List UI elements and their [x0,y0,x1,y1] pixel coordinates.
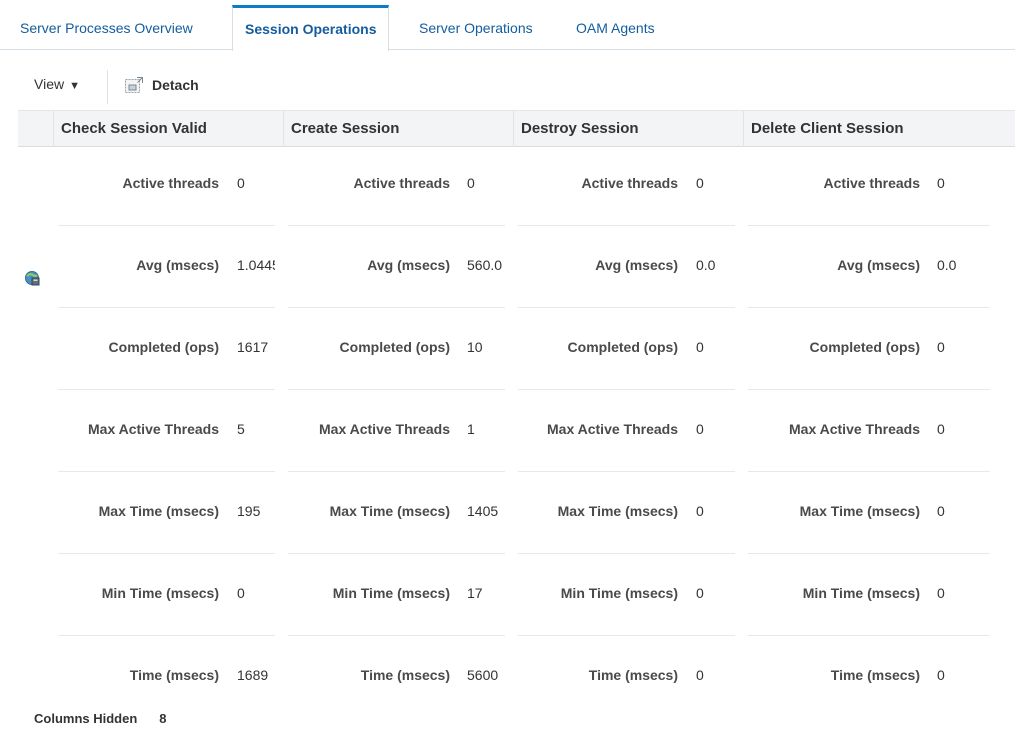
metric-value: 0 [937,667,945,683]
column-header[interactable]: Delete Client Session [743,111,1015,147]
metric-cell: Avg (msecs) [0,257,920,275]
row-separator [518,307,735,308]
row-separator [288,635,505,636]
columns-hidden-label: Columns Hidden [34,711,138,726]
row-separator [518,635,735,636]
row-separator [748,471,990,472]
metric-value: 0.0 [937,257,957,273]
row-separator [58,471,275,472]
tab-server-processes-overview[interactable]: Server Processes Overview [20,5,193,51]
metric-cell: Time (msecs) [0,667,920,685]
row-separator [288,471,505,472]
row-separator [288,553,505,554]
row-separator [288,389,505,390]
table-toolbar: View ▼ Detach [0,70,1015,104]
row-separator [748,225,990,226]
metric-value: 0 [937,175,945,191]
metric-label: Max Active Threads [789,421,920,437]
column-header[interactable]: Destroy Session [513,111,743,147]
toolbar-divider [107,70,108,104]
row-separator [518,471,735,472]
column-header[interactable]: Check Session Valid [53,111,283,147]
detach-icon [124,76,144,94]
table-body: Active threads 0 Active threads 0 Active thr… [0,147,1015,702]
row-separator [748,553,990,554]
metric-cell: Max Time (msecs) [0,503,920,521]
metric-label: Time (msecs) [830,667,920,683]
detach-label: Detach [152,77,199,93]
columns-hidden-status: Columns Hidden 8 [34,711,167,726]
row-separator [288,307,505,308]
tab-oam-agents[interactable]: OAM Agents [576,5,655,51]
row-separator [748,635,990,636]
chevron-down-icon: ▼ [69,80,80,92]
columns-hidden-count: 8 [159,711,167,726]
row-separator [58,635,275,636]
row-separator [288,225,505,226]
metric-cell: Completed (ops) [0,339,920,357]
metric-label: Active threads [823,175,920,191]
metric-cell: Max Active Threads [0,421,920,439]
view-menu-button[interactable]: View ▼ [34,76,80,92]
row-separator [518,389,735,390]
metric-value: 0 [937,503,945,519]
metric-value: 0 [937,585,945,601]
metric-value: 0 [937,421,945,437]
row-separator [58,225,275,226]
metric-cell: Active threads [0,175,920,193]
tab-bar: Server Processes Overview Session Operat… [0,0,1015,51]
metric-cell: Min Time (msecs) [0,585,920,603]
row-separator [58,389,275,390]
view-menu-label: View [34,76,65,92]
detach-button[interactable]: Detach [124,76,199,94]
metric-label: Completed (ops) [809,339,920,355]
metric-label: Avg (msecs) [837,257,920,273]
column-header[interactable]: Create Session [283,111,513,147]
row-separator [748,389,990,390]
metric-label: Min Time (msecs) [802,585,920,601]
tab-server-operations[interactable]: Server Operations [419,5,533,51]
row-separator [518,553,735,554]
row-separator [748,307,990,308]
metric-value: 0 [937,339,945,355]
table-header: Check Session Valid Create Session Destr… [18,110,1015,147]
tab-session-operations[interactable]: Session Operations [232,5,390,51]
row-separator [58,307,275,308]
row-separator [58,553,275,554]
row-separator [518,225,735,226]
server-status-icon [24,270,40,286]
metric-label: Max Time (msecs) [799,503,920,519]
